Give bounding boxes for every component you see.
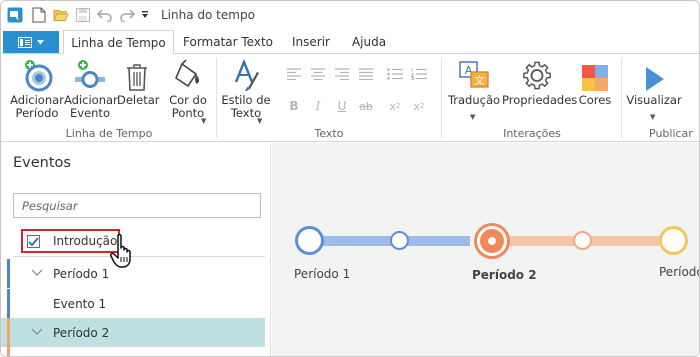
italic-icon[interactable]: I (310, 98, 326, 114)
timeline-label-period-2: Período 2 (472, 268, 537, 282)
superscript-icon[interactable]: x2 (411, 98, 427, 114)
add-period-label: Adicionar Período (10, 93, 64, 120)
delete-button[interactable]: Deletar (117, 58, 160, 107)
group-label-text: Texto (314, 127, 344, 140)
group-label-timeline: Linha de Tempo (65, 127, 153, 140)
ribbon: Adicionar Período Adicionar Evento Delet… (1, 54, 699, 142)
align-center-icon[interactable] (310, 66, 326, 82)
preview-button[interactable]: Visualizar ▼ (626, 58, 682, 121)
period-color-bar (7, 318, 10, 347)
subscript-icon[interactable]: x2 (387, 98, 403, 114)
tab-linha-de-tempo[interactable]: Linha de Tempo (63, 30, 174, 55)
app-window: Linha do tempo Linha de Tempo Formatar T… (0, 0, 700, 357)
search-input[interactable] (13, 193, 261, 218)
list-item-period-2[interactable]: Período 2 (1, 318, 265, 347)
point-color-button[interactable]: Cor do Ponto ▼ (163, 58, 213, 125)
delete-label: Deletar (117, 93, 160, 107)
timeline-canvas: Período 1 Período 2 Período (272, 143, 700, 356)
panel-title: Eventos (13, 155, 71, 171)
tab-formatar-texto[interactable]: Formatar Texto (181, 30, 275, 54)
preview-label: Visualizar (626, 93, 682, 107)
translation-icon: A文 (458, 58, 490, 92)
align-justify-icon[interactable] (358, 66, 374, 82)
timeline-node-event-2[interactable] (573, 231, 592, 250)
list-item-label: Período 1 (53, 267, 110, 281)
trash-icon (121, 58, 153, 92)
translation-button[interactable]: A文 Tradução ▼ (447, 58, 501, 121)
bold-icon[interactable]: B (286, 98, 302, 114)
add-period-icon (21, 58, 53, 92)
add-event-icon (74, 58, 106, 92)
numbered-list-icon[interactable] (411, 66, 427, 82)
timeline-node-event-1[interactable] (390, 231, 409, 250)
introduction-label[interactable]: Introdução (53, 234, 117, 248)
text-style-icon (230, 58, 262, 92)
group-label-interactions: Interações (503, 127, 561, 140)
customize-icon[interactable] (140, 7, 150, 23)
translation-dropdown-icon: ▼ (470, 113, 476, 121)
chevron-down-icon (31, 328, 43, 335)
file-menu-button[interactable] (3, 31, 59, 53)
properties-label: Propriedades (502, 93, 578, 107)
timeline-node-period-1[interactable] (295, 226, 324, 255)
svg-text:文: 文 (475, 74, 485, 87)
colors-button[interactable]: Cores (576, 58, 614, 107)
list-item-label: Período 2 (53, 326, 110, 340)
text-style-button[interactable]: Estilo de Texto ▼ (219, 58, 273, 125)
group-separator (216, 58, 217, 138)
paint-bucket-icon (172, 58, 204, 92)
text-style-label: Estilo de Texto (221, 93, 271, 120)
timeline-label-period-3: Período (659, 265, 700, 279)
ribbon-tabs: Linha de Tempo Formatar Texto Inserir Aj… (1, 30, 699, 55)
align-right-icon[interactable] (334, 66, 350, 82)
period-2-center (488, 237, 496, 245)
timeline-label-period-1: Período 1 (294, 267, 351, 281)
add-event-button[interactable]: Adicionar Evento (64, 58, 118, 120)
new-icon[interactable] (31, 7, 47, 23)
preview-dropdown-icon: ▼ (650, 113, 656, 121)
introduction-checkbox[interactable] (27, 235, 40, 248)
title-bar: Linha do tempo (1, 1, 699, 30)
list-item-event-1[interactable]: Evento 1 (1, 289, 265, 318)
open-icon[interactable] (53, 7, 69, 23)
add-period-button[interactable]: Adicionar Período (9, 58, 65, 120)
group-separator (441, 58, 442, 138)
color-palette-icon (579, 58, 611, 92)
redo-icon[interactable] (119, 7, 135, 23)
timeline-node-period-3[interactable] (659, 226, 688, 255)
point-color-dropdown-icon: ▼ (201, 117, 207, 125)
app-icon[interactable] (7, 7, 23, 23)
undo-icon[interactable] (97, 7, 113, 23)
chevron-down-icon (37, 39, 44, 44)
underline-icon[interactable]: U (334, 98, 350, 114)
save-icon[interactable] (75, 7, 91, 23)
checkmark-icon (28, 236, 39, 246)
tab-inserir[interactable]: Inserir (283, 30, 339, 54)
play-icon (638, 58, 670, 92)
period-color-bar (7, 347, 10, 356)
period-color-bar (7, 259, 10, 288)
align-left-icon[interactable] (286, 66, 302, 82)
group-label-publish: Publicar (649, 127, 693, 140)
hand-cursor-icon (110, 233, 131, 268)
chevron-down-icon (31, 269, 43, 276)
tab-ajuda[interactable]: Ajuda (344, 30, 394, 54)
divider (13, 256, 265, 257)
file-menu-icon (18, 36, 32, 48)
colors-label: Cores (578, 93, 612, 107)
timeline-node-period-2[interactable] (474, 223, 510, 259)
bullet-list-icon[interactable] (387, 66, 403, 82)
group-separator (621, 58, 622, 138)
properties-button[interactable]: Propriedades (502, 58, 578, 107)
period-color-bar (7, 289, 10, 318)
list-item-label: Evento 1 (53, 297, 107, 311)
strikethrough-icon[interactable]: ab (358, 98, 374, 114)
window-title: Linha do tempo (161, 8, 255, 22)
translation-label: Tradução (447, 93, 501, 107)
text-style-dropdown-icon: ▼ (257, 117, 263, 125)
add-event-label: Adicionar Evento (64, 93, 118, 120)
gear-icon (521, 58, 553, 92)
